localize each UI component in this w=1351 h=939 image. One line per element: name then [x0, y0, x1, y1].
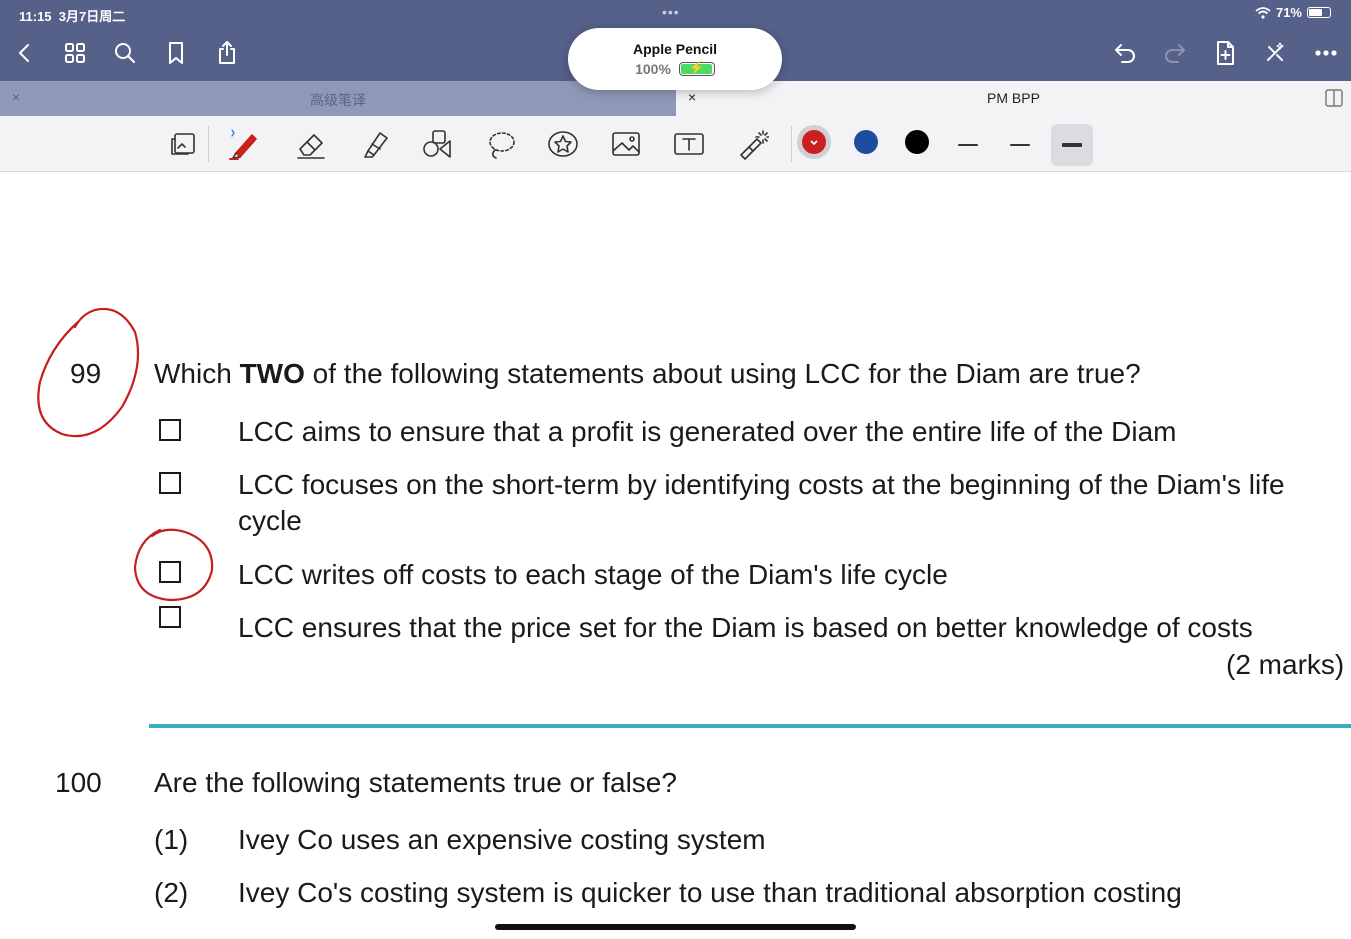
status-right: 71% — [1255, 5, 1331, 20]
statement-text: Ivey Co uses an expensive costing system — [238, 824, 766, 855]
grid-icon[interactable] — [60, 38, 90, 68]
option-checkbox[interactable] — [159, 419, 181, 441]
drawing-toolbar — [0, 116, 1351, 172]
charging-bolt-icon: ⚡ — [688, 60, 705, 75]
question-number: 100 — [55, 767, 102, 798]
statement-label: (2) — [154, 877, 189, 908]
line-width-thin[interactable] — [947, 124, 989, 166]
option-checkbox[interactable] — [159, 472, 181, 494]
option-text: LCC aims to ensure that a profit is gene… — [238, 416, 1177, 447]
apple-pencil-popup: Apple Pencil 100% ⚡ — [568, 28, 782, 90]
color-blue-swatch[interactable] — [854, 130, 878, 154]
tab-title: PM BPP — [987, 90, 1040, 106]
line-width-thick[interactable] — [1051, 124, 1093, 166]
redo-icon[interactable] — [1160, 38, 1190, 68]
question-text: Are the following statements true or fal… — [154, 767, 677, 798]
add-page-icon[interactable] — [1210, 38, 1240, 68]
multitask-dots[interactable]: ••• — [662, 4, 680, 20]
eraser-icon[interactable] — [291, 124, 331, 164]
image-icon[interactable] — [606, 124, 646, 164]
shapes-icon[interactable] — [417, 124, 457, 164]
bookmark-icon[interactable] — [161, 38, 191, 68]
wifi-icon — [1255, 6, 1271, 19]
home-indicator[interactable] — [495, 924, 856, 930]
text-icon[interactable] — [669, 124, 709, 164]
battery-icon — [1307, 7, 1331, 18]
chevron-down-icon — [810, 140, 818, 146]
sticker-icon[interactable] — [543, 124, 583, 164]
pencil-battery-percent: 100% — [635, 61, 671, 77]
undo-icon[interactable] — [1110, 38, 1140, 68]
section-divider — [149, 724, 1351, 728]
close-edit-icon[interactable] — [1260, 38, 1290, 68]
marks-label: (2 marks) — [1226, 649, 1345, 680]
share-icon[interactable] — [212, 38, 242, 68]
question-number: 99 — [70, 358, 102, 389]
question-text: Which TWO of the following statements ab… — [154, 358, 1141, 389]
battery-percent: 71% — [1275, 5, 1302, 20]
pencil-name: Apple Pencil — [632, 41, 718, 57]
color-black-swatch[interactable] — [905, 130, 929, 154]
statement-label: (1) — [154, 824, 189, 855]
search-icon[interactable] — [110, 38, 140, 68]
more-icon[interactable] — [1311, 38, 1341, 68]
option-checkbox[interactable] — [159, 606, 181, 628]
option-text: LCC ensures that the price set for the D… — [238, 612, 1253, 643]
option-text: LCC focuses on the short-term by identif… — [238, 469, 1285, 536]
tab-active[interactable]: × PM BPP — [676, 81, 1351, 116]
line-width-medium[interactable] — [999, 124, 1041, 166]
page-layout-icon[interactable] — [164, 124, 204, 164]
option-text: LCC writes off costs to each stage of th… — [238, 559, 948, 590]
document-page[interactable]: 99 Which TWO of the following statements… — [0, 172, 1351, 939]
tab-title: 高级笔译 — [310, 92, 366, 108]
statement-text: Ivey Co's costing system is quicker to u… — [238, 877, 1182, 908]
tab-inactive[interactable]: × 高级笔译 — [0, 81, 676, 116]
lasso-icon[interactable] — [481, 124, 521, 164]
pencil-battery-icon: ⚡ — [678, 60, 715, 76]
pen-icon[interactable] — [225, 124, 265, 164]
laser-pointer-icon[interactable] — [732, 124, 772, 164]
color-red-swatch[interactable] — [802, 130, 826, 154]
split-view-icon[interactable] — [1325, 89, 1343, 107]
back-icon[interactable] — [10, 38, 40, 68]
highlighter-icon[interactable] — [355, 124, 395, 164]
status-time: 11:15 3月7日周二 — [19, 9, 126, 24]
option-checkbox[interactable] — [159, 561, 181, 583]
